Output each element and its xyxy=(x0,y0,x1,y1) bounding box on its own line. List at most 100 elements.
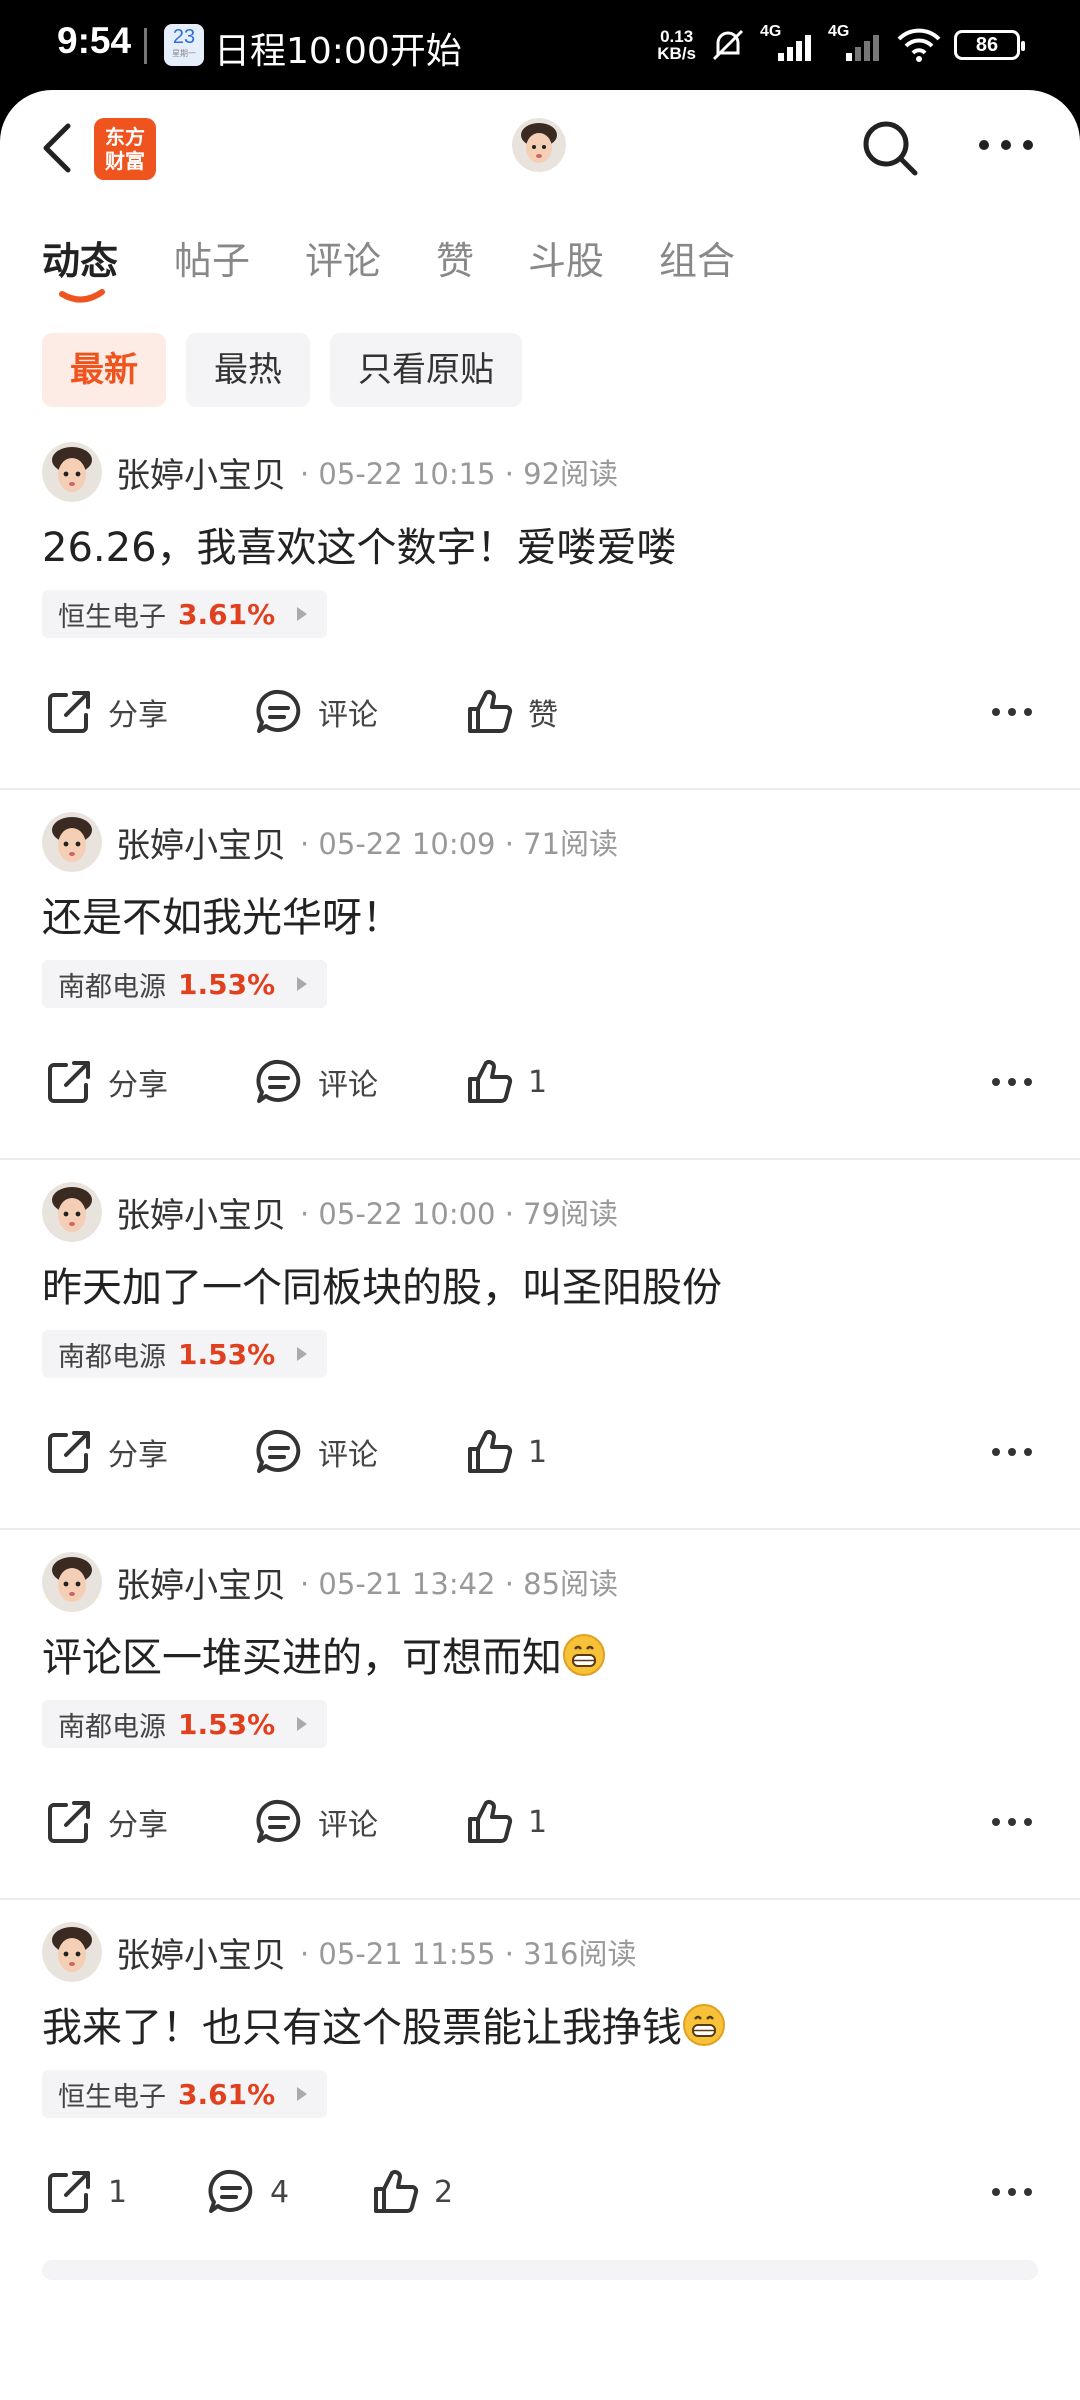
post-header: 张婷小宝贝 · 05-22 10:09 · 71阅读 xyxy=(42,812,618,872)
stock-name: 恒生电子 xyxy=(58,601,166,633)
battery-icon: 86 xyxy=(954,30,1025,60)
post-item[interactable]: 张婷小宝贝 · 05-22 10:09 · 71阅读 还是不如我光华呀！ 南都电… xyxy=(0,790,1080,1160)
profile-tabs: 动态 帖子 评论 赞 斗股 组合 xyxy=(0,220,1080,310)
filter-latest[interactable]: 最新 xyxy=(42,333,166,407)
post-header: 张婷小宝贝 · 05-22 10:15 · 92阅读 xyxy=(42,442,618,502)
status-bar: 9:54 23 星期一 日程10:00开始 0.13 KB/s 4G 4G 86 xyxy=(0,0,1080,90)
like-count: 2 xyxy=(434,2174,454,2210)
share-button[interactable]: 分享 xyxy=(44,1792,168,1852)
post-content[interactable]: 昨天加了一个同板块的股，叫圣阳股份 xyxy=(42,1255,722,1313)
author-avatar[interactable] xyxy=(42,1922,102,1982)
stock-name: 南都电源 xyxy=(58,1711,166,1743)
share-label: 分享 xyxy=(108,1068,168,1103)
author-name[interactable]: 张婷小宝贝 xyxy=(116,1558,286,1607)
author-name[interactable]: 张婷小宝贝 xyxy=(116,1188,286,1237)
back-nav-icon[interactable] xyxy=(752,2396,798,2400)
filter-hottest[interactable]: 最热 xyxy=(186,333,310,407)
post-meta: · 05-22 10:09 · 71阅读 xyxy=(300,827,619,861)
comment-button[interactable]: 4 xyxy=(206,2162,289,2222)
share-icon xyxy=(48,1061,90,1103)
share-button[interactable]: 分享 xyxy=(44,1422,168,1482)
share-label: 分享 xyxy=(108,1438,168,1473)
status-divider xyxy=(144,28,147,64)
stock-tag[interactable]: 南都电源 1.53% xyxy=(42,960,328,1008)
post-content[interactable]: 还是不如我光华呀！ xyxy=(42,885,402,943)
home-icon[interactable] xyxy=(514,2396,560,2400)
post-item[interactable]: 张婷小宝贝 · 05-21 13:42 · 85阅读 评论区一堆买进的，可想而知… xyxy=(0,1530,1080,1900)
post-item[interactable]: 张婷小宝贝 · 05-22 10:00 · 79阅读 昨天加了一个同板块的股，叫… xyxy=(0,1160,1080,1530)
menu-icon[interactable] xyxy=(278,2396,324,2400)
play-arrow-icon xyxy=(297,607,308,621)
post-actions: 分享 评论 赞 xyxy=(0,682,1080,742)
tab-likes[interactable]: 赞 xyxy=(436,230,474,285)
post-content[interactable]: 评论区一堆买进的，可想而知 xyxy=(42,1625,606,1683)
post-item[interactable]: 张婷小宝贝 · 05-22 10:15 · 92阅读 26.26，我喜欢这个数字… xyxy=(0,420,1080,790)
post-meta: · 05-22 10:00 · 79阅读 xyxy=(300,1197,619,1231)
stock-tag[interactable]: 南都电源 1.53% xyxy=(42,1700,328,1748)
post-text: 昨天加了一个同板块的股，叫圣阳股份 xyxy=(42,1265,722,1311)
back-icon[interactable] xyxy=(38,118,78,178)
user-avatar[interactable] xyxy=(512,118,566,172)
like-button[interactable]: 1 xyxy=(464,1052,547,1112)
post-header: 张婷小宝贝 · 05-21 13:42 · 85阅读 xyxy=(42,1552,618,1612)
share-button[interactable]: 分享 xyxy=(44,682,168,742)
post-more-icon[interactable] xyxy=(990,1806,1034,1838)
calendar-icon: 23 星期一 xyxy=(164,24,204,66)
post-more-icon[interactable] xyxy=(990,696,1034,728)
author-avatar[interactable] xyxy=(42,1182,102,1242)
tab-stock-battle[interactable]: 斗股 xyxy=(528,230,604,285)
thumbs-up-icon xyxy=(374,2170,419,2213)
comment-button[interactable]: 评论 xyxy=(254,682,378,742)
play-arrow-icon xyxy=(297,977,308,991)
author-name[interactable]: 张婷小宝贝 xyxy=(116,818,286,867)
tab-dynamics[interactable]: 动态 xyxy=(42,230,118,285)
top-nav: 东方 财富 xyxy=(0,90,1080,210)
author-name[interactable]: 张婷小宝贝 xyxy=(116,1928,286,1977)
like-button[interactable]: 2 xyxy=(370,2162,453,2222)
post-more-icon[interactable] xyxy=(990,1066,1034,1098)
tab-comments[interactable]: 评论 xyxy=(305,230,381,285)
author-avatar[interactable] xyxy=(42,442,102,502)
share-count: 1 xyxy=(108,2174,128,2210)
post-content[interactable]: 我来了！也只有这个股票能让我挣钱 xyxy=(42,1995,726,2053)
post-header: 张婷小宝贝 · 05-22 10:00 · 79阅读 xyxy=(42,1182,618,1242)
eastmoney-logo[interactable]: 东方 财富 xyxy=(94,118,156,180)
comment-label: 评论 xyxy=(318,1438,378,1473)
comment-label: 评论 xyxy=(318,1808,378,1843)
like-button[interactable]: 赞 xyxy=(464,682,558,742)
more-options-icon[interactable] xyxy=(978,130,1034,160)
author-avatar[interactable] xyxy=(42,1552,102,1612)
post-item[interactable]: 张婷小宝贝 · 05-21 11:55 · 316阅读 我来了！也只有这个股票能… xyxy=(0,1900,1080,2270)
like-count: 1 xyxy=(528,1434,548,1470)
comment-button[interactable]: 评论 xyxy=(254,1422,378,1482)
tab-portfolio[interactable]: 组合 xyxy=(659,230,735,285)
post-content[interactable]: 26.26，我喜欢这个数字！爱喽爱喽 xyxy=(42,515,677,573)
comment-button[interactable]: 评论 xyxy=(254,1052,378,1112)
stock-tag[interactable]: 南都电源 1.53% xyxy=(42,1330,328,1378)
filter-original-only[interactable]: 只看原贴 xyxy=(330,333,522,407)
play-arrow-icon xyxy=(297,2087,308,2101)
share-button[interactable]: 1 xyxy=(44,2162,127,2222)
author-name[interactable]: 张婷小宝贝 xyxy=(116,448,286,497)
grin-emoji-icon xyxy=(563,1634,605,1676)
author-avatar[interactable] xyxy=(42,812,102,872)
like-button[interactable]: 1 xyxy=(464,1422,547,1482)
like-label: 赞 xyxy=(528,698,558,733)
post-more-icon[interactable] xyxy=(990,1436,1034,1468)
share-label: 分享 xyxy=(108,698,168,733)
post-text: 还是不如我光华呀！ xyxy=(42,895,402,941)
stock-change: 1.53% xyxy=(178,967,276,1001)
share-button[interactable]: 分享 xyxy=(44,1052,168,1112)
post-actions: 分享 评论 1 xyxy=(0,1422,1080,1482)
like-button[interactable]: 1 xyxy=(464,1792,547,1852)
wifi-icon xyxy=(897,28,941,62)
search-icon[interactable] xyxy=(860,118,920,178)
stock-tag[interactable]: 恒生电子 3.61% xyxy=(42,2070,328,2118)
post-more-icon[interactable] xyxy=(990,2176,1034,2208)
thumbs-up-icon xyxy=(468,1430,513,1473)
stock-change: 1.53% xyxy=(178,1707,276,1741)
post-meta: · 05-21 13:42 · 85阅读 xyxy=(300,1567,619,1601)
comment-button[interactable]: 评论 xyxy=(254,1792,378,1852)
stock-tag[interactable]: 恒生电子 3.61% xyxy=(42,590,328,638)
tab-posts[interactable]: 帖子 xyxy=(174,230,250,285)
